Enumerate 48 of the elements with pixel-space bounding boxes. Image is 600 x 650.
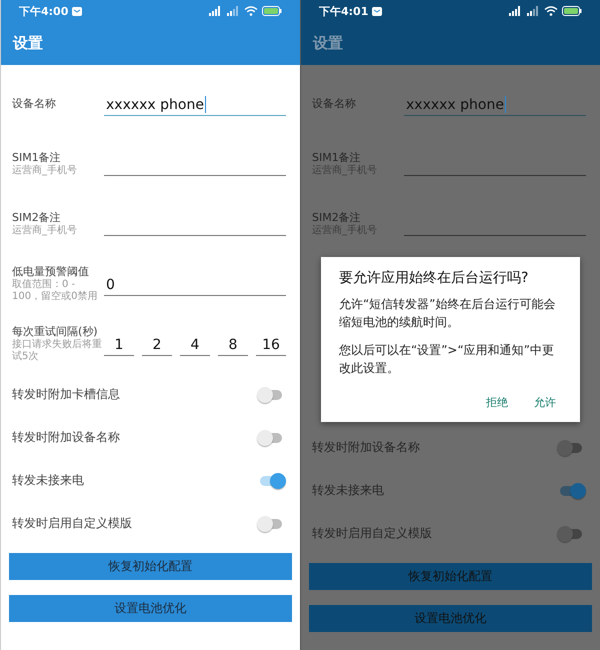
number-field[interactable]: 4: [180, 330, 210, 356]
number-field[interactable]: 8: [218, 330, 248, 356]
field-label: SIM2备注: [12, 210, 62, 224]
setting-label: 转发时附加设备名称: [12, 429, 120, 446]
signal-icon: [208, 6, 222, 16]
dialog-message: 您以后可以在“设置”>“应用和通知”中更改此设置。: [339, 342, 555, 377]
field-hint: 运营商_手机号: [12, 224, 78, 236]
dialog-message: 允许“短信转发器”始终在后台运行可能会缩短电池的续航时间。: [339, 296, 556, 331]
battery-icon: [262, 6, 282, 16]
signal-icon: [526, 6, 540, 16]
signal-icon: [508, 6, 522, 16]
screen-title: 设置: [13, 34, 43, 53]
setting-label: 转发时启用自定义模版: [12, 515, 132, 532]
field-hint: 运营商_手机号: [12, 164, 78, 176]
setting-label: 转发时附加设备名称: [312, 439, 420, 456]
dialog-button[interactable]: 拒绝: [482, 391, 512, 414]
action-button[interactable]: 恢复初始化配置: [9, 553, 292, 580]
setting-label: 转发时启用自定义模版: [312, 525, 432, 542]
number-field[interactable]: 16: [256, 330, 286, 356]
dialog-title: 要允许应用始终在后台运行吗?: [339, 269, 530, 287]
message-icon: [372, 6, 382, 16]
action-button[interactable]: 设置电池优化: [9, 595, 292, 622]
text-field[interactable]: 0: [104, 270, 286, 296]
battery-icon: [562, 6, 582, 16]
setting-label: 转发时附加卡槽信息: [12, 386, 120, 403]
dialog-button[interactable]: 允许: [530, 391, 560, 414]
number-field[interactable]: 1: [104, 330, 134, 356]
status-time: 下午4:00: [19, 4, 68, 18]
field-hint: 接口请求失败后将重试5次: [12, 339, 103, 362]
setting-label: 转发未接来电: [312, 482, 384, 499]
field-hint: 取值范围：0 - 100，留空或0禁用: [12, 279, 98, 302]
status-time: 下午4:01: [319, 4, 368, 18]
wifi-icon: [244, 6, 258, 16]
field-label: 设备名称: [312, 96, 357, 110]
signal-icon: [226, 6, 240, 16]
screen-title: 设置: [313, 34, 343, 53]
number-field[interactable]: 2: [142, 330, 172, 356]
field-label: 每次重试间隔(秒): [12, 324, 99, 338]
field-label: 低电量预警阈值: [12, 264, 90, 278]
text-field[interactable]: xxxxxx phone: [404, 90, 586, 116]
wifi-icon: [544, 6, 558, 16]
setting-label: 转发未接来电: [12, 472, 84, 489]
field-label: 设备名称: [12, 96, 57, 110]
text-field[interactable]: xxxxxx phone: [104, 90, 286, 116]
message-icon: [72, 6, 82, 16]
field-label: SIM1备注: [312, 150, 362, 164]
field-label: SIM2备注: [312, 210, 362, 224]
field-label: SIM1备注: [12, 150, 62, 164]
